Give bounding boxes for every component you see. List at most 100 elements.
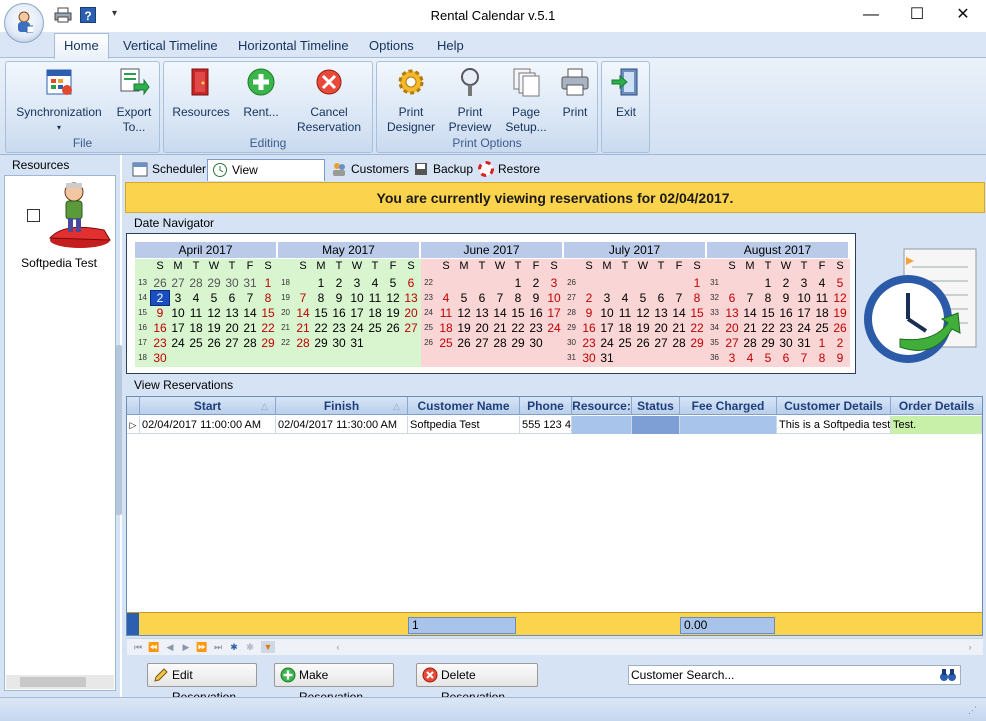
customer-search-input[interactable] [631, 667, 931, 683]
cell-customer-name[interactable]: Softpedia Test [408, 416, 520, 434]
calendar-day[interactable]: 7 [294, 291, 312, 305]
calendar-day[interactable]: 25 [813, 321, 831, 335]
rent-button[interactable]: Rent... [238, 64, 284, 120]
calendar-day[interactable]: 1 [312, 276, 330, 290]
calendar-day[interactable]: 18 [187, 321, 205, 335]
calendar-day[interactable]: 6 [223, 291, 241, 305]
column-finish[interactable]: Finish [276, 397, 408, 415]
calendar-day[interactable]: 26 [205, 336, 223, 350]
calendar-day[interactable]: 2 [777, 276, 795, 290]
calendar-day[interactable]: 12 [205, 306, 223, 320]
calendar-day[interactable]: 31 [795, 336, 813, 350]
calendar-day[interactable]: 10 [348, 291, 366, 305]
calendar-day[interactable]: 12 [831, 291, 849, 305]
calendar-day[interactable]: 12 [634, 306, 652, 320]
column-customer-name[interactable]: Customer Name [408, 397, 520, 415]
calendar-day[interactable]: 22 [759, 321, 777, 335]
edit-reservation-button[interactable]: Edit Reservation [147, 663, 257, 704]
calendar-day[interactable]: 2 [831, 336, 849, 350]
calendar-day[interactable]: 22 [509, 321, 527, 335]
calendar-day[interactable]: 15 [312, 306, 330, 320]
calendar-day[interactable]: 8 [509, 291, 527, 305]
calendar-day[interactable]: 22 [688, 321, 706, 335]
calendar-day[interactable]: 14 [241, 306, 259, 320]
cell-phone[interactable]: 555 123 4 [520, 416, 572, 434]
calendar-day[interactable]: 31 [241, 276, 259, 290]
column-start[interactable]: Start [140, 397, 276, 415]
calendar-day[interactable]: 9 [330, 291, 348, 305]
month-title[interactable]: July 2017 [564, 242, 705, 258]
month-title[interactable]: June 2017 [421, 242, 562, 258]
calendar-day[interactable]: 16 [777, 306, 795, 320]
resources-hscrollbar[interactable] [6, 675, 114, 689]
calendar-day[interactable]: 27 [652, 336, 670, 350]
calendar-day[interactable]: 11 [813, 291, 831, 305]
cell-start[interactable]: 02/04/2017 11:00:00 AM [140, 416, 276, 434]
calendar-day[interactable]: 11 [366, 291, 384, 305]
calendar-day[interactable]: 3 [169, 291, 187, 305]
calendar-day[interactable]: 10 [795, 291, 813, 305]
calendar-day[interactable]: 12 [384, 291, 402, 305]
calendar-day[interactable]: 7 [795, 351, 813, 365]
calendar-day[interactable]: 1 [759, 276, 777, 290]
calendar-day[interactable]: 30 [527, 336, 545, 350]
calendar-day[interactable]: 4 [741, 351, 759, 365]
calendar-day[interactable]: 24 [169, 336, 187, 350]
calendar-day[interactable]: 29 [259, 336, 277, 350]
column-order-details[interactable]: Order Details [891, 397, 982, 415]
calendar-day[interactable]: 10 [169, 306, 187, 320]
calendar-day[interactable]: 6 [473, 291, 491, 305]
calendar-day[interactable]: 4 [616, 291, 634, 305]
tab-home[interactable]: Home [54, 33, 109, 59]
calendar-day[interactable]: 30 [330, 336, 348, 350]
calendar-day[interactable]: 26 [151, 276, 169, 290]
resources-button[interactable]: Resources [170, 64, 232, 120]
calendar-day[interactable]: 7 [670, 291, 688, 305]
calendar-day[interactable]: 29 [759, 336, 777, 350]
page-setup-button[interactable]: Page Setup... [500, 64, 552, 135]
calendar-day[interactable]: 29 [312, 336, 330, 350]
calendar-day[interactable]: 15 [259, 306, 277, 320]
calendar-day[interactable]: 5 [455, 291, 473, 305]
calendar-day[interactable]: 28 [670, 336, 688, 350]
calendar-day[interactable]: 15 [759, 306, 777, 320]
calendar-day[interactable]: 28 [491, 336, 509, 350]
calendar-day[interactable]: 4 [366, 276, 384, 290]
calendar-day[interactable]: 18 [437, 321, 455, 335]
calendar-day[interactable]: 11 [616, 306, 634, 320]
calendar-day[interactable]: 6 [777, 351, 795, 365]
calendar-day[interactable]: 30 [223, 276, 241, 290]
calendar-day[interactable]: 25 [616, 336, 634, 350]
print-preview-button[interactable]: Print Preview [444, 64, 496, 135]
calendar-day[interactable]: 10 [545, 291, 563, 305]
calendar-day[interactable]: 13 [723, 306, 741, 320]
calendar-day[interactable]: 2 [527, 276, 545, 290]
calendar-day[interactable]: 27 [169, 276, 187, 290]
calendar-day[interactable]: 21 [670, 321, 688, 335]
calendar-day[interactable]: 20 [652, 321, 670, 335]
calendar-day[interactable]: 2 [150, 290, 170, 306]
calendar-day[interactable]: 26 [384, 321, 402, 335]
calendar-day[interactable]: 21 [294, 321, 312, 335]
calendar-day[interactable]: 14 [741, 306, 759, 320]
calendar-day[interactable]: 22 [259, 321, 277, 335]
month-title[interactable]: April 2017 [135, 242, 276, 258]
calendar-day[interactable]: 29 [509, 336, 527, 350]
calendar-day[interactable]: 30 [151, 351, 169, 365]
column-fee-charged[interactable]: Fee Charged [680, 397, 777, 415]
calendar-day[interactable]: 26 [634, 336, 652, 350]
calendar-day[interactable]: 19 [831, 306, 849, 320]
calendar-day[interactable]: 23 [527, 321, 545, 335]
reservations-grid[interactable]: Start Finish Customer Name Phone Resourc… [126, 396, 983, 636]
calendar-day[interactable]: 6 [723, 291, 741, 305]
calendar-day[interactable]: 9 [777, 291, 795, 305]
column-resource[interactable]: Resource: [572, 397, 632, 415]
column-customer-details[interactable]: Customer Details [777, 397, 891, 415]
calendar-day[interactable]: 7 [741, 291, 759, 305]
calendar-day[interactable]: 2 [330, 276, 348, 290]
calendar-day[interactable]: 1 [259, 276, 277, 290]
calendar-day[interactable]: 5 [831, 276, 849, 290]
calendar-day[interactable]: 29 [205, 276, 223, 290]
hscroll-right-icon[interactable]: › [963, 641, 977, 653]
calendar-day[interactable]: 15 [509, 306, 527, 320]
